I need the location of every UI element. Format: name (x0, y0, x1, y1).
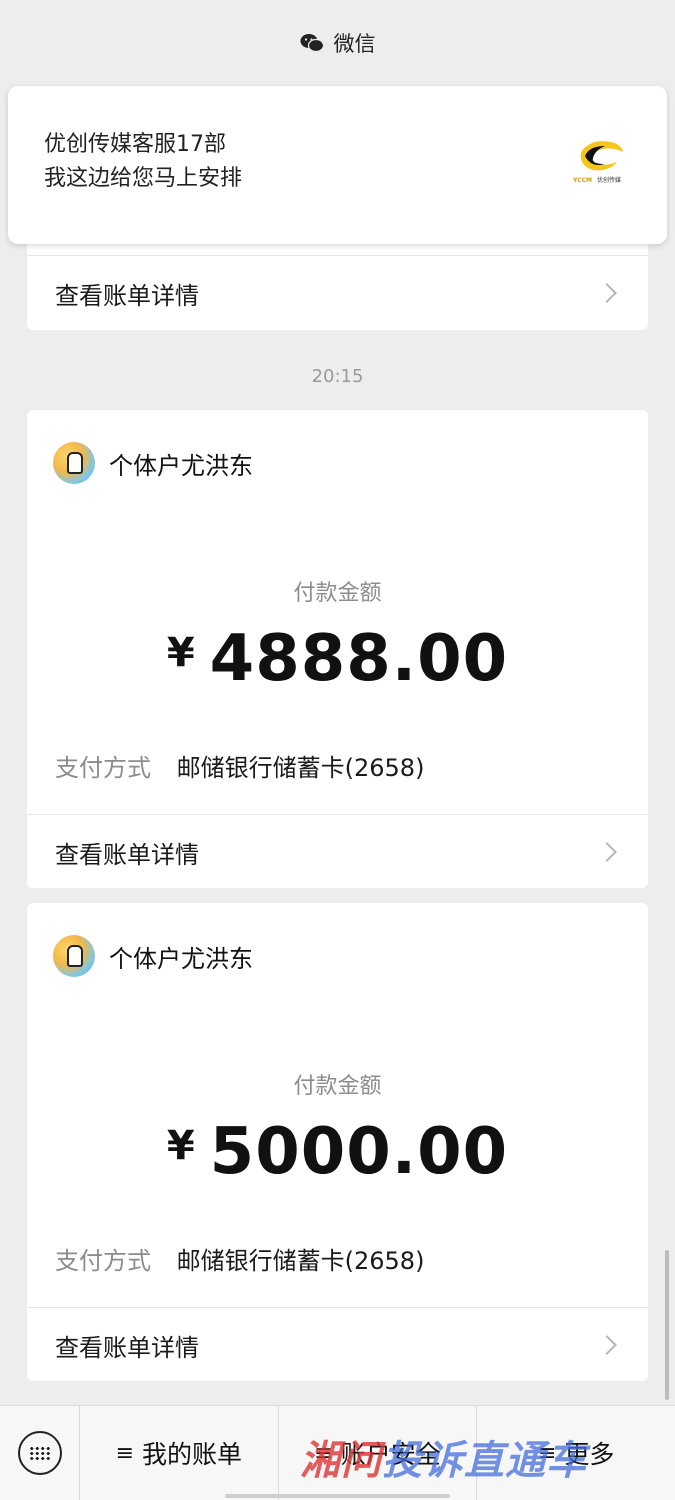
yccm-logo: YCCM 优创传媒 (572, 141, 623, 184)
amount-label: 付款金额 (293, 1074, 382, 1099)
payment-method-value: 邮储银行储蓄卡(2658) (176, 754, 425, 782)
payment-card[interactable]: 个体户尤洪东 付款金额 ¥5000.00 支付方式 邮储银行储蓄卡(2658) … (27, 903, 648, 1381)
amount-label: 付款金额 (293, 581, 382, 606)
scrollbar[interactable] (665, 1250, 669, 1400)
svg-text:优创传媒: 优创传媒 (597, 176, 621, 184)
view-bill-detail-label: 查看账单详情 (55, 1333, 199, 1362)
merchant-name: 个体户尤洪东 (109, 451, 253, 480)
notification-app-header: 微信 (0, 0, 675, 85)
amount-value: 4888.00 (209, 622, 509, 696)
currency-symbol: ¥ (166, 630, 196, 676)
chevron-right-icon (597, 1335, 617, 1355)
app-name: 微信 (333, 31, 376, 56)
view-bill-detail-label: 查看账单详情 (55, 840, 199, 869)
message-timestamp: 20:15 (311, 366, 364, 387)
chevron-right-icon (597, 283, 617, 303)
keyboard-toggle-button[interactable] (0, 1405, 80, 1500)
chevron-right-icon (597, 842, 617, 862)
payment-amount: ¥5000.00 (27, 1115, 648, 1189)
menu-label: 我的账单 (142, 1440, 243, 1469)
payment-method: 支付方式 邮储银行储蓄卡(2658) (55, 748, 424, 783)
payment-method-value: 邮储银行储蓄卡(2658) (176, 1247, 425, 1275)
view-bill-detail-row[interactable]: 查看账单详情 (27, 1307, 648, 1382)
merchant-info: 个体户尤洪东 (53, 442, 253, 484)
view-bill-detail-row[interactable]: 查看账单详情 (27, 255, 648, 330)
merchant-info: 个体户尤洪东 (53, 935, 253, 977)
svg-text:YCCM: YCCM (572, 177, 592, 184)
watermark: 湘问投诉直通车 (300, 1438, 587, 1484)
message-notification[interactable]: 优创传媒客服17部 我这边给您马上安排 YCCM 优创传媒 (8, 86, 667, 244)
wechat-icon (300, 33, 324, 52)
payment-method-label: 支付方式 (55, 1247, 151, 1275)
payment-card[interactable]: 个体户尤洪东 付款金额 ¥4888.00 支付方式 邮储银行储蓄卡(2658) … (27, 410, 648, 888)
keyboard-icon (17, 1431, 62, 1475)
merchant-avatar (53, 935, 95, 977)
menu-my-bills[interactable]: ≡ 我的账单 (80, 1405, 279, 1500)
payment-amount: ¥4888.00 (27, 622, 648, 696)
home-indicator (225, 1494, 450, 1498)
merchant-name: 个体户尤洪东 (109, 944, 253, 973)
merchant-avatar (53, 442, 95, 484)
payment-method-label: 支付方式 (55, 754, 151, 782)
view-bill-detail-label: 查看账单详情 (55, 281, 199, 310)
payment-method: 支付方式 邮储银行储蓄卡(2658) (55, 1241, 424, 1276)
menu-lines-icon: ≡ (115, 1440, 135, 1466)
view-bill-detail-row[interactable]: 查看账单详情 (27, 814, 648, 889)
currency-symbol: ¥ (166, 1123, 196, 1169)
amount-value: 5000.00 (209, 1115, 509, 1189)
